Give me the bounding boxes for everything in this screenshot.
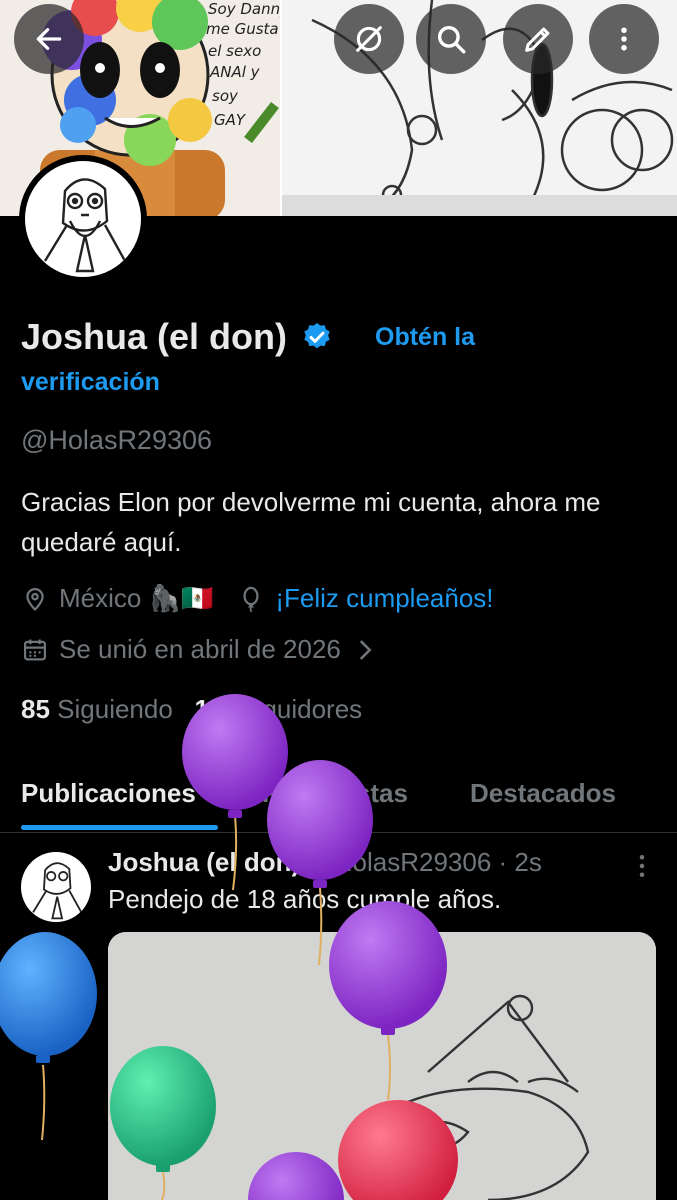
search-icon [437,25,466,54]
birthday-link[interactable]: ¡Feliz cumpleaños! [275,583,493,614]
profile-tabs: Publicaciones Respuestas Destacados [0,762,677,833]
post-author[interactable]: Joshua (el don) [108,847,300,877]
verified-badge-icon[interactable] [301,321,333,353]
calendar-icon [23,639,47,660]
following-link[interactable]: 85 Siguiendo [21,694,173,724]
banner-scribble: GAY [214,111,247,129]
follow-stats: 85 Siguiendo 18 Seguidores [21,694,362,725]
location-pin-icon [26,587,44,611]
profile-location: México 🦍🇲🇽 [59,583,214,613]
banner-scribble: Soy Danny [208,0,280,18]
banner-scribble: el sexo [208,42,261,60]
post-text: Pendejo de 18 años cumple años. [108,884,502,914]
post-sketch-drawing [108,932,656,1200]
post-avatar-drawing [32,862,83,920]
banner-scribble: me Gusta [206,20,279,38]
display-name: Joshua (el don) [21,316,288,357]
no-sync-icon [356,26,382,52]
profile-bio: Gracias Elon por devolverme mi cuenta, a… [21,487,601,557]
followers-label: Seguidores [230,694,363,724]
following-count: 85 [21,694,50,724]
pen-icon [525,27,550,52]
arrow-left-icon [36,28,62,50]
post-more-icon[interactable] [632,851,652,881]
no-sync-button[interactable] [334,4,404,74]
banner-scribble: ANAl y [209,63,261,81]
tab-publicaciones[interactable]: Publicaciones [21,778,196,809]
display-name-row: Joshua (el don) [21,316,333,358]
post-avatar[interactable] [21,852,91,922]
chevron-right-icon [360,640,372,659]
avatar-image [25,161,141,277]
tab-destacados[interactable]: Destacados [470,778,616,809]
more-vertical-icon [621,27,627,51]
balloon [0,932,97,1141]
post-header: Joshua (el don) @HolasR29306 · 2s [108,847,542,878]
more-button[interactable] [589,4,659,74]
back-button[interactable] [14,4,84,74]
profile-handle: @HolasR29306 [21,425,213,455]
followers-count: 18 [194,694,224,724]
post-media-image[interactable] [108,932,656,1200]
edit-button[interactable] [503,4,573,74]
profile-avatar[interactable] [19,155,147,283]
following-label: Siguiendo [57,694,173,724]
banner-scribble: soy [212,87,239,105]
get-verified-link[interactable]: verificación [21,368,160,397]
post-time: · 2s [498,847,542,877]
followers-link[interactable]: 18 Seguidores [194,694,362,724]
joined-row[interactable]: Se unió en abril de 2026 [21,634,389,665]
post-handle[interactable]: @HolasR29306 [307,847,491,877]
search-button[interactable] [416,4,486,74]
tab-respuestas[interactable]: Respuestas [262,778,408,809]
profile-meta-row: México 🦍🇲🇽 ¡Feliz cumpleaños! [21,583,494,614]
joined-date: Se unió en abril de 2026 [59,634,341,664]
balloon-icon [243,586,259,612]
get-verified-link[interactable]: Obtén la [375,323,475,352]
active-tab-indicator [21,825,218,830]
avatar-drawing [43,178,127,273]
